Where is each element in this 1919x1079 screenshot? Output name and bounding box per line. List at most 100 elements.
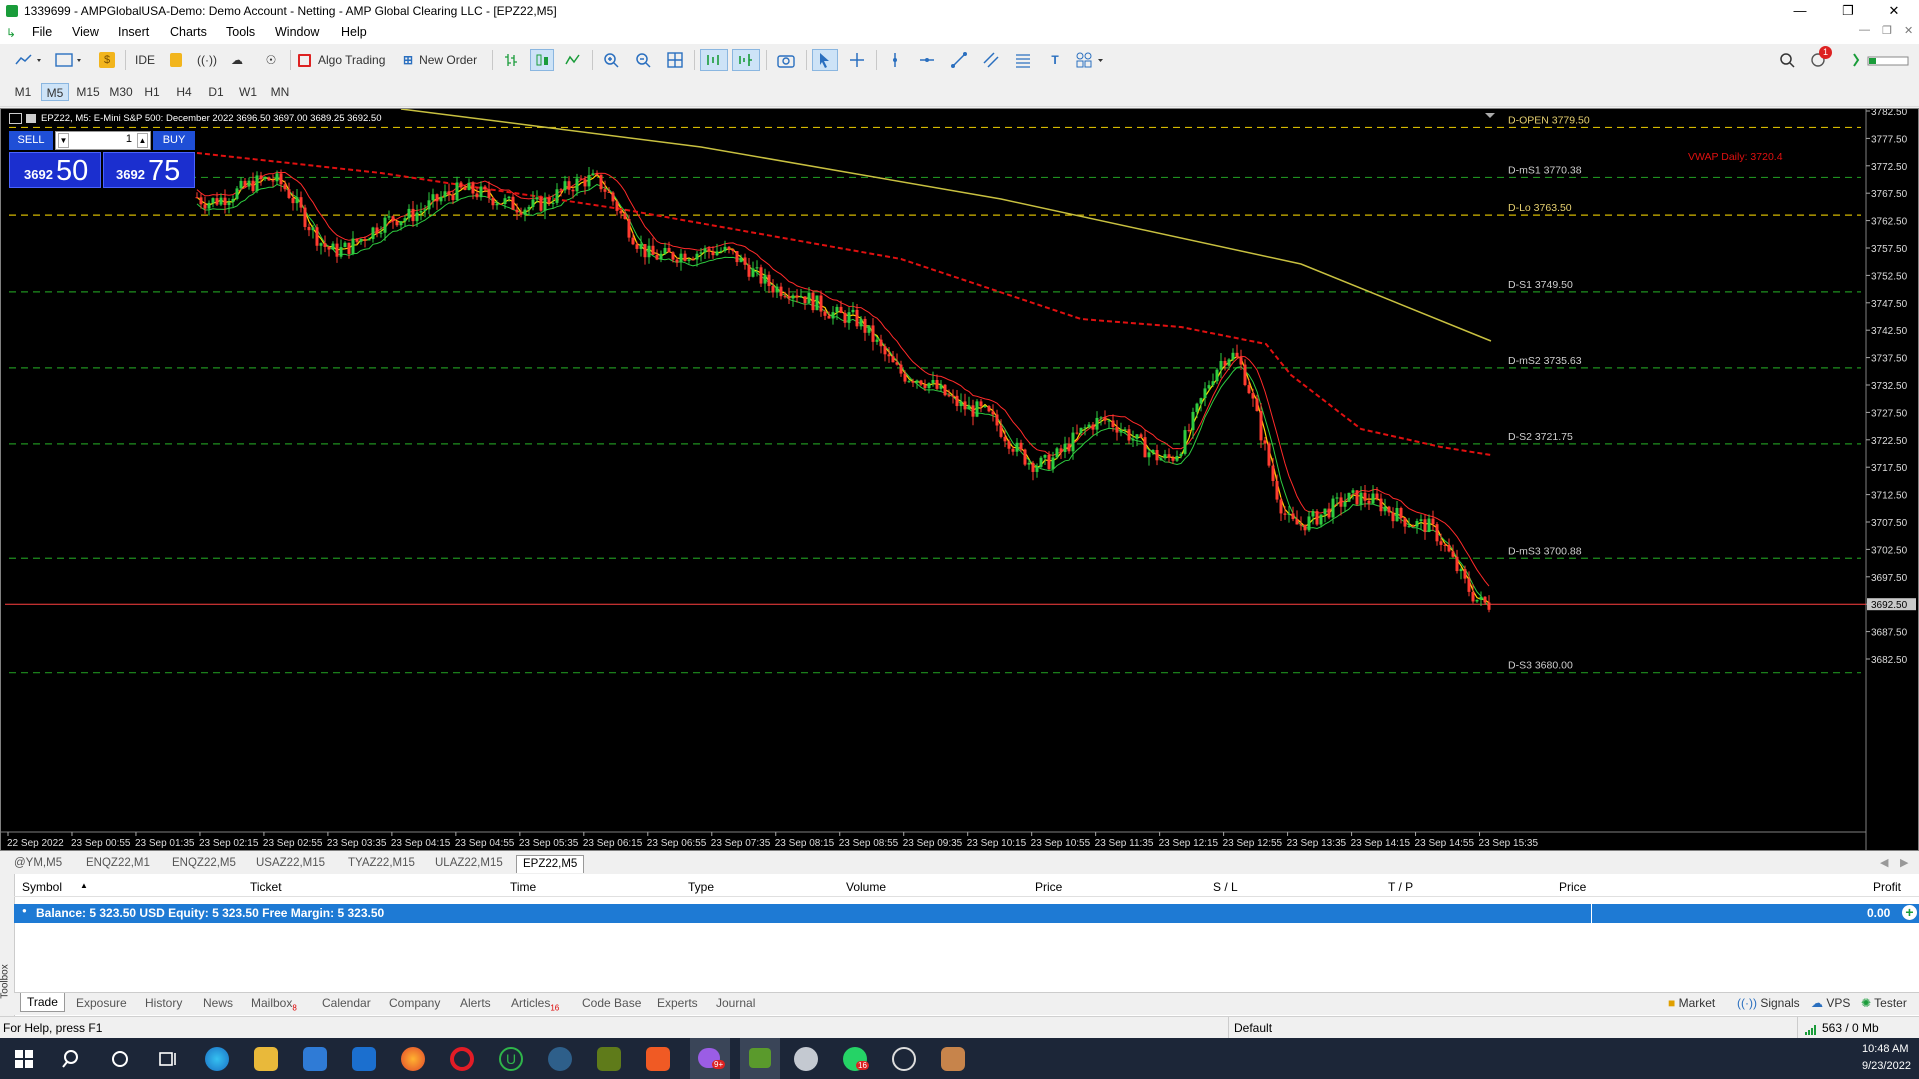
strategy-tester-icon[interactable] [166,49,186,71]
tester-tab[interactable]: ✺ Tester [1861,996,1907,1010]
tab-articles[interactable]: Articles16 [511,996,559,1012]
horizontal-line-icon[interactable] [916,49,938,71]
chart-tab[interactable]: TYAZ22,M15 [342,855,421,872]
cursor-icon[interactable] [812,49,838,71]
ide-button[interactable]: IDE [133,49,157,71]
column-tp[interactable]: T / P [1388,880,1413,894]
tab-scroll-right-icon[interactable]: ▶ [1900,856,1908,869]
task-view-icon[interactable] [156,1047,180,1071]
tab-company[interactable]: Company [389,996,440,1010]
vps-icon[interactable]: ☉ [260,49,282,71]
tab-code-base[interactable]: Code Base [582,996,641,1010]
discord-app-icon[interactable]: 9+ [690,1038,730,1079]
timeframe-m5[interactable]: M5 [41,83,69,101]
column-profit[interactable]: Profit [1873,880,1901,894]
cloud-icon[interactable]: ☁ [226,49,248,71]
algo-trading-button[interactable]: Algo Trading [298,49,394,71]
profiles-icon[interactable] [52,49,86,71]
chart-tab[interactable]: @YM,M5 [8,855,68,872]
child-close-icon[interactable]: ✕ [1904,24,1913,37]
maximize-button[interactable]: ❐ [1826,2,1870,20]
screenshot-icon[interactable] [774,49,798,71]
lot-increase-icon[interactable]: ▲ [137,133,148,148]
column-price-current[interactable]: Price [1559,880,1586,894]
child-restore-icon[interactable]: ❐ [1882,24,1892,37]
column-price[interactable]: Price [1035,880,1062,894]
chart-window[interactable]: D-OPEN 3779.50 D-mS1 3770.38 D-Lo 3763.50 D… [0,108,1919,851]
vps-tab[interactable]: ☁ VPS [1811,996,1850,1010]
bar-chart-icon[interactable] [500,49,522,71]
timeframe-h4[interactable]: H4 [171,83,197,101]
clock-date[interactable]: 9/23/2022 [1862,1060,1911,1072]
timeframe-h1[interactable]: H1 [139,83,165,101]
obs-icon[interactable] [892,1047,916,1071]
column-ticket[interactable]: Ticket [250,880,282,894]
tab-journal[interactable]: Journal [716,996,755,1010]
chart-shift-icon[interactable] [732,49,760,71]
buy-price[interactable]: 3692 75 [103,152,195,188]
zoom-in-icon[interactable] [600,49,622,71]
menu-file[interactable]: File [32,25,52,39]
zoom-out-icon[interactable] [632,49,654,71]
fibonacci-icon[interactable] [1012,49,1034,71]
chart-menu-icon[interactable] [9,113,22,124]
channel-icon[interactable] [980,49,1002,71]
tab-calendar[interactable]: Calendar [322,996,371,1010]
file-explorer-icon[interactable] [254,1047,278,1071]
store-icon[interactable] [303,1047,327,1071]
tab-trade[interactable]: Trade [20,993,65,1012]
candlestick-chart-icon[interactable] [530,49,554,71]
mail-icon[interactable] [352,1047,376,1071]
tab-scroll-left-icon[interactable]: ◀ [1880,856,1888,869]
text-tool-icon[interactable]: T [1044,49,1066,71]
price-chart[interactable]: D-OPEN 3779.50 D-mS1 3770.38 D-Lo 3763.50 D… [1,109,1918,850]
lot-decrease-icon[interactable]: ▼ [58,133,69,148]
market-watch-icon[interactable]: $ [96,49,118,71]
market-tab[interactable]: ■ Market [1668,996,1715,1010]
menu-charts[interactable]: Charts [170,25,207,39]
chart-app-icon[interactable] [597,1047,621,1071]
search-icon[interactable] [60,1047,84,1071]
edge-browser-icon[interactable] [205,1047,229,1071]
timeframe-d1[interactable]: D1 [203,83,229,101]
app-character-icon[interactable] [941,1047,965,1071]
column-volume[interactable]: Volume [846,880,886,894]
cortana-icon[interactable] [108,1047,132,1071]
windows-start-icon[interactable] [12,1047,36,1071]
vertical-line-icon[interactable] [884,49,906,71]
opera-icon[interactable] [450,1047,474,1071]
line-chart-icon[interactable] [562,49,584,71]
tab-news[interactable]: News [203,996,233,1010]
autoscroll-icon[interactable] [700,49,728,71]
tab-experts[interactable]: Experts [657,996,698,1010]
minimize-button[interactable]: — [1778,2,1822,20]
menu-insert[interactable]: Insert [118,25,149,39]
trendline-icon[interactable] [948,49,970,71]
buy-button[interactable]: BUY [153,131,195,150]
timeframe-w1[interactable]: W1 [235,83,261,101]
tab-exposure[interactable]: Exposure [76,996,127,1010]
new-order-button[interactable]: ⊞ New Order [403,49,485,71]
add-order-icon[interactable]: + [1902,905,1917,920]
column-time[interactable]: Time [510,880,536,894]
menu-tools[interactable]: Tools [226,25,255,39]
tab-history[interactable]: History [145,996,182,1010]
utorrent-icon[interactable]: U [499,1047,523,1071]
chart-tab[interactable]: ULAZ22,M15 [429,855,509,872]
firefox-icon[interactable] [401,1047,425,1071]
menu-help[interactable]: Help [341,25,367,39]
chart-tab[interactable]: ENQZ22,M5 [166,855,242,872]
timeframe-m1[interactable]: M1 [10,83,36,101]
signals-icon[interactable]: ((·)) [196,49,218,71]
lot-size-input[interactable]: ▼ 1 ▲ [55,131,151,150]
close-button[interactable]: ✕ [1872,2,1916,20]
column-type[interactable]: Type [688,880,714,894]
connection-status-icon[interactable] [1850,49,1910,71]
search-icon[interactable] [1776,49,1798,71]
sell-price[interactable]: 3692 50 [9,152,101,188]
tab-mailbox[interactable]: Mailbox8 [251,996,297,1012]
whatsapp-icon[interactable]: 16 [843,1047,869,1071]
signals-tab[interactable]: ((·)) Signals [1737,996,1800,1010]
timeframe-m15[interactable]: M15 [73,83,103,101]
metatrader-icon[interactable] [740,1038,780,1079]
